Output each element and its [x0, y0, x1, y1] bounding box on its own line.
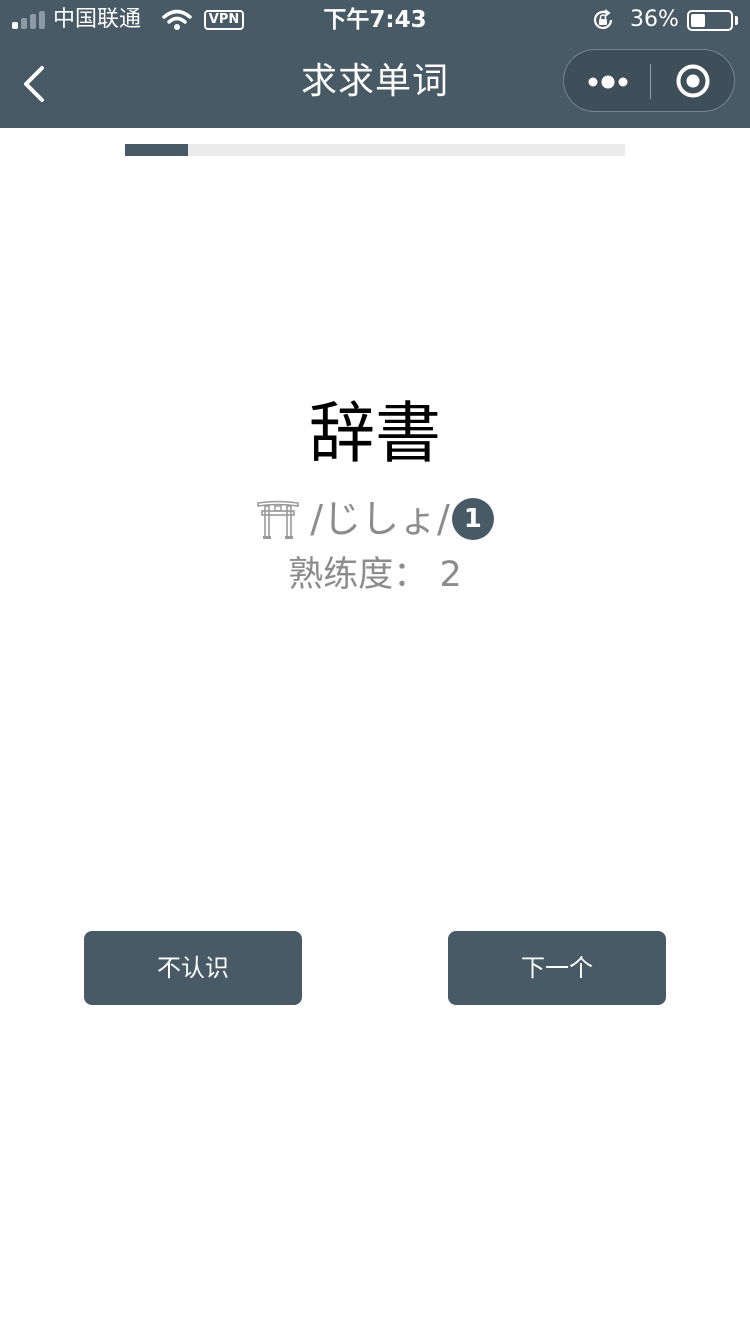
next-button[interactable]: 下一个: [448, 931, 666, 1005]
battery-percent: 36%: [630, 7, 679, 32]
proficiency-value: 2: [439, 555, 462, 595]
word-text: 辞書: [309, 395, 441, 472]
study-progress-bar: [125, 144, 625, 156]
more-dots-icon[interactable]: [564, 50, 650, 113]
study-progress-fill: [125, 144, 188, 156]
kana-reading: /じしょ/: [310, 497, 450, 541]
proficiency-row: 熟练度： 2: [0, 553, 750, 597]
battery-tip: [735, 16, 738, 25]
mini-program-capsule: [563, 49, 735, 112]
target-circle-icon[interactable]: [651, 50, 736, 113]
status-bar: 中国联通 VPN 下午7:43 36%: [0, 0, 750, 40]
rotation-lock-icon: [593, 9, 613, 29]
dont-know-button[interactable]: 不认识: [84, 931, 302, 1005]
reading-row: /じしょ/ 1: [0, 496, 750, 542]
nav-bar: 求求单词: [0, 40, 750, 128]
pitch-accent-badge: 1: [451, 498, 494, 540]
battery-icon: [687, 10, 733, 31]
proficiency-label: 熟练度：: [288, 555, 429, 595]
torii-gate-icon[interactable]: [256, 497, 300, 541]
